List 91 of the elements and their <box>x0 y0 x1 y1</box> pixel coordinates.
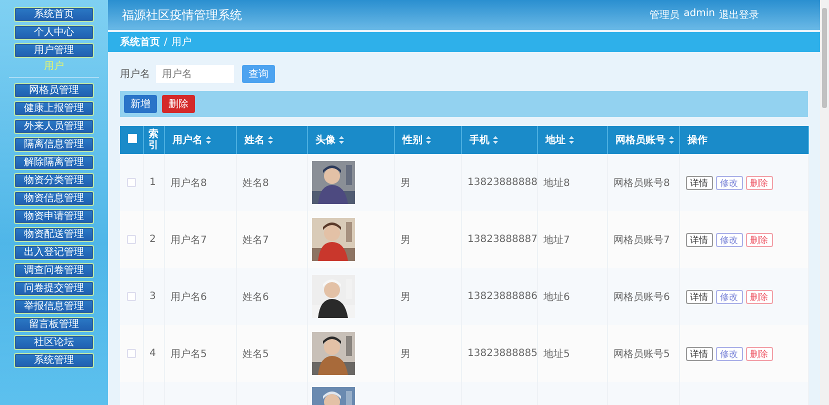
sort-icon[interactable] <box>268 136 272 144</box>
query-button[interactable]: 查询 <box>242 65 275 83</box>
select-all-checkbox[interactable] <box>128 134 137 143</box>
scrollbar-thumb[interactable] <box>822 8 827 108</box>
sidebar-menu-button[interactable]: 举报信息管理 <box>14 299 94 314</box>
search-label: 用户名 <box>120 68 150 81</box>
sidebar-menu-button[interactable]: 健康上报管理 <box>14 101 94 116</box>
column-header[interactable]: 手机 <box>470 133 490 147</box>
detail-button[interactable]: 详情 <box>686 176 712 190</box>
detail-button[interactable]: 详情 <box>686 346 712 360</box>
sidebar-menu-button[interactable]: 解除隔离管理 <box>14 155 94 170</box>
table-cell: 13823888886 <box>468 291 538 302</box>
detail-button[interactable]: 详情 <box>686 232 712 246</box>
table-cell: 姓名7 <box>242 234 269 246</box>
row-checkbox[interactable] <box>127 178 136 187</box>
sidebar-menu-button[interactable]: 用户管理 <box>14 43 94 58</box>
sidebar-menu-button[interactable]: 个人中心 <box>14 25 94 40</box>
sidebar-menu-button[interactable]: 隔离信息管理 <box>14 137 94 152</box>
delete-button[interactable]: 删除 <box>746 346 772 360</box>
row-checkbox[interactable] <box>127 292 136 301</box>
table-cell: 男 <box>400 234 410 246</box>
table-cell: 用户名7 <box>170 234 207 246</box>
column-header[interactable]: 姓名 <box>244 133 264 147</box>
table-cell: 男 <box>400 178 410 188</box>
sidebar-menu-button[interactable]: 出入登记管理 <box>14 245 94 260</box>
table-cell: 2 <box>150 234 156 245</box>
detail-button[interactable]: 详情 <box>686 290 712 304</box>
delete-button[interactable]: 删除 <box>162 95 195 113</box>
table-cell: 姓名8 <box>242 178 269 188</box>
sidebar-menu-button[interactable]: 物资分类管理 <box>14 173 94 188</box>
add-button[interactable]: 新增 <box>124 95 157 113</box>
sort-icon[interactable] <box>426 136 430 144</box>
sidebar-menu-button[interactable]: 问卷提交管理 <box>14 281 94 296</box>
table-cell: 1 <box>150 177 156 188</box>
column-header[interactable]: 性别 <box>402 133 422 147</box>
table-cell: 13823888888 <box>468 177 538 188</box>
logout-link[interactable]: 退出登录 <box>719 8 759 22</box>
table-cell: 网格员账号6 <box>614 292 670 302</box>
breadcrumb-separator: / <box>164 36 168 48</box>
column-header[interactable]: 头像 <box>316 133 336 147</box>
app-title: 福源社区疫情管理系统 <box>122 6 242 24</box>
table-cell: 男 <box>400 292 410 302</box>
edit-button[interactable]: 修改 <box>716 290 742 304</box>
edit-button[interactable]: 修改 <box>716 232 742 246</box>
user-role: 管理员 <box>650 9 680 22</box>
sort-icon[interactable] <box>492 136 498 144</box>
table-cell: 13823888885 <box>468 348 538 359</box>
breadcrumb-item: 用户 <box>171 36 192 49</box>
sidebar-menu-button[interactable]: 留言板管理 <box>14 317 94 332</box>
edit-button[interactable]: 修改 <box>716 346 742 360</box>
row-checkbox[interactable] <box>127 348 136 358</box>
username-search-field[interactable]: 用户名 <box>156 65 234 83</box>
sidebar-menu-button[interactable]: 物资申请管理 <box>14 209 94 224</box>
sidebar-menu-button[interactable]: 调查问卷管理 <box>14 263 94 278</box>
column-header: 操作 <box>688 135 708 146</box>
sidebar-menu-button[interactable]: 系统首页 <box>14 7 94 22</box>
user-name: admin <box>684 8 715 21</box>
edit-button[interactable]: 修改 <box>716 176 742 190</box>
column-header: 索引 <box>148 129 158 151</box>
table-cell: 3 <box>150 291 156 302</box>
delete-button[interactable]: 删除 <box>746 232 772 246</box>
table-cell: 网格员账号7 <box>614 234 670 246</box>
sidebar-menu-button[interactable]: 系统管理 <box>14 353 94 368</box>
table-cell: 用户名5 <box>170 348 207 360</box>
table-cell: 用户名8 <box>170 178 207 188</box>
sidebar-menu-button[interactable]: 物资配送管理 <box>14 227 94 242</box>
table-cell: 13823888887 <box>468 234 538 245</box>
delete-button[interactable]: 删除 <box>746 290 772 304</box>
table-cell: 姓名5 <box>242 348 269 360</box>
sort-icon[interactable] <box>568 136 574 144</box>
table-cell: 姓名6 <box>242 292 269 302</box>
row-checkbox[interactable] <box>127 234 136 244</box>
table-cell: 地址7 <box>544 234 570 246</box>
column-header[interactable]: 地址 <box>546 133 566 147</box>
table-cell: 网格员账号5 <box>614 348 670 360</box>
table-cell: 地址5 <box>544 348 570 360</box>
sidebar-menu-button[interactable]: 网格员管理 <box>14 83 94 98</box>
sidebar-menu-button[interactable]: 外来人员管理 <box>14 119 94 134</box>
table-cell: 男 <box>400 348 410 360</box>
sort-icon[interactable] <box>338 136 344 144</box>
table-cell: 地址8 <box>544 178 570 188</box>
sidebar-menu-button[interactable]: 社区论坛 <box>14 335 94 350</box>
sort-icon[interactable] <box>668 136 674 144</box>
delete-button[interactable]: 删除 <box>746 176 772 190</box>
table-cell: 地址6 <box>544 292 570 302</box>
table-cell: 网格员账号8 <box>614 178 670 188</box>
sidebar-menu-button[interactable]: 物资信息管理 <box>14 191 94 206</box>
sort-icon[interactable] <box>206 136 210 144</box>
table-cell: 4 <box>150 348 156 359</box>
scrollbar[interactable] <box>820 0 829 405</box>
table-cell: 用户名6 <box>170 292 207 302</box>
